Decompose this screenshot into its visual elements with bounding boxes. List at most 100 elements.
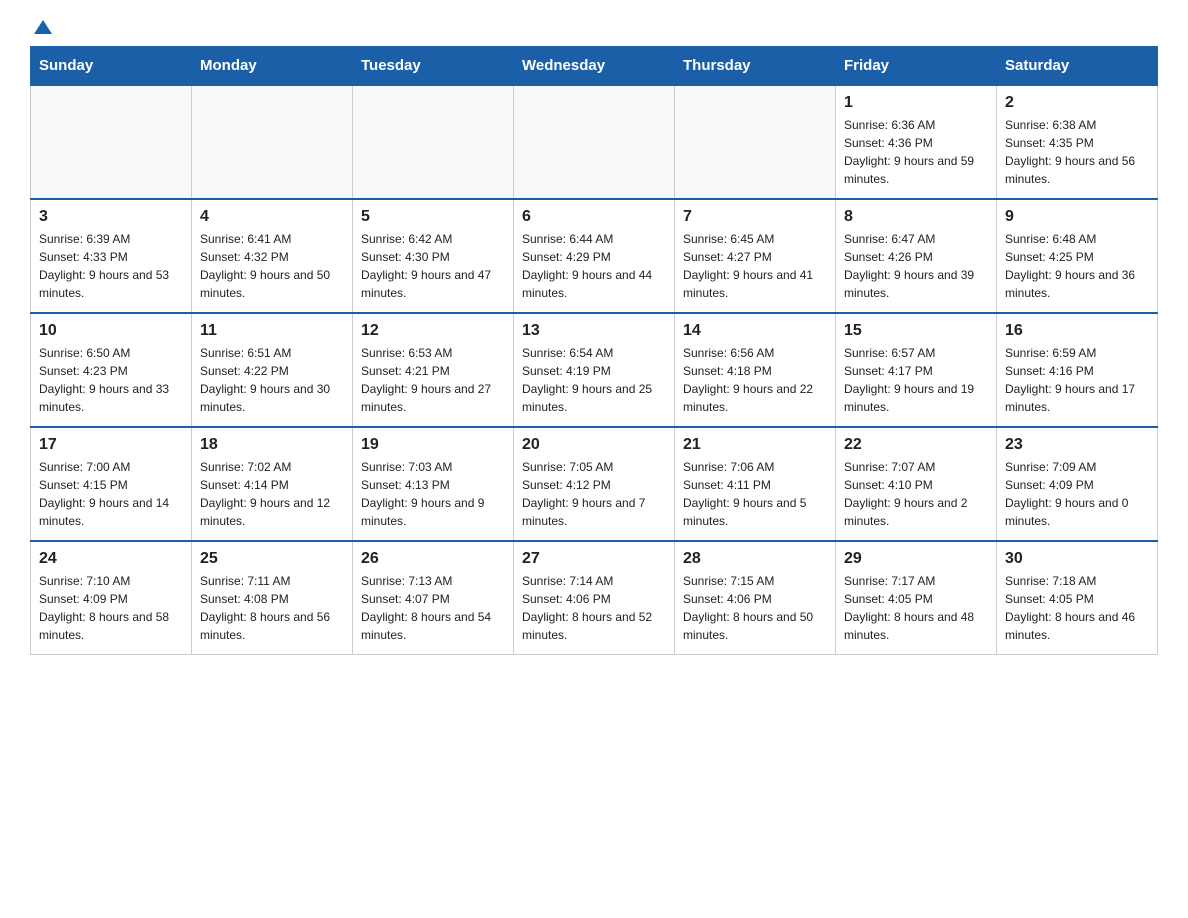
day-info: Sunrise: 7:11 AMSunset: 4:08 PMDaylight:… [200, 572, 344, 644]
calendar-table: SundayMondayTuesdayWednesdayThursdayFrid… [30, 46, 1158, 655]
day-number: 6 [522, 208, 666, 226]
calendar-cell: 4 Sunrise: 6:41 AMSunset: 4:32 PMDaylight… [192, 199, 353, 313]
logo [30, 20, 52, 36]
calendar-cell: 18 Sunrise: 7:02 AMSunset: 4:14 PMDayligh… [192, 427, 353, 541]
day-info: Sunrise: 7:06 AMSunset: 4:11 PMDaylight:… [683, 458, 827, 530]
day-info: Sunrise: 7:09 AMSunset: 4:09 PMDaylight:… [1005, 458, 1149, 530]
day-number: 21 [683, 436, 827, 454]
logo-triangle-icon [34, 20, 52, 34]
calendar-cell: 19 Sunrise: 7:03 AMSunset: 4:13 PMDayligh… [353, 427, 514, 541]
day-info: Sunrise: 6:38 AMSunset: 4:35 PMDaylight:… [1005, 116, 1149, 188]
day-number: 18 [200, 436, 344, 454]
day-info: Sunrise: 7:10 AMSunset: 4:09 PMDaylight:… [39, 572, 183, 644]
day-info: Sunrise: 6:45 AMSunset: 4:27 PMDaylight:… [683, 230, 827, 302]
calendar-cell: 23Sunrise: 7:09 AMSunset: 4:09 PMDayligh… [997, 427, 1158, 541]
calendar-week-row: 3Sunrise: 6:39 AMSunset: 4:33 PMDaylight… [31, 199, 1158, 313]
calendar-week-row: 10 Sunrise: 6:50 AMSunset: 4:23 PMDayligh… [31, 313, 1158, 427]
day-info: Sunrise: 7:00 AMSunset: 4:15 PMDaylight:… [39, 458, 183, 530]
day-info: Sunrise: 6:50 AMSunset: 4:23 PMDaylight:… [39, 344, 183, 416]
day-number: 10 [39, 322, 183, 340]
weekday-header-monday: Monday [192, 47, 353, 86]
calendar-cell: 26 Sunrise: 7:13 AMSunset: 4:07 PMDayligh… [353, 541, 514, 655]
calendar-cell [514, 85, 675, 199]
day-number: 15 [844, 322, 988, 340]
weekday-header-sunday: Sunday [31, 47, 192, 86]
day-number: 5 [361, 208, 505, 226]
calendar-cell: 7 Sunrise: 6:45 AMSunset: 4:27 PMDaylight… [675, 199, 836, 313]
day-number: 26 [361, 550, 505, 568]
calendar-cell: 5Sunrise: 6:42 AMSunset: 4:30 PMDaylight… [353, 199, 514, 313]
calendar-cell: 10 Sunrise: 6:50 AMSunset: 4:23 PMDayligh… [31, 313, 192, 427]
calendar-cell: 17Sunrise: 7:00 AMSunset: 4:15 PMDayligh… [31, 427, 192, 541]
day-number: 16 [1005, 322, 1149, 340]
calendar-cell: 3Sunrise: 6:39 AMSunset: 4:33 PMDaylight… [31, 199, 192, 313]
calendar-cell: 25Sunrise: 7:11 AMSunset: 4:08 PMDayligh… [192, 541, 353, 655]
day-number: 7 [683, 208, 827, 226]
calendar-cell: 6 Sunrise: 6:44 AMSunset: 4:29 PMDaylight… [514, 199, 675, 313]
day-info: Sunrise: 7:05 AMSunset: 4:12 PMDaylight:… [522, 458, 666, 530]
day-number: 20 [522, 436, 666, 454]
calendar-cell [31, 85, 192, 199]
calendar-cell: 12 Sunrise: 6:53 AMSunset: 4:21 PMDayligh… [353, 313, 514, 427]
weekday-header-thursday: Thursday [675, 47, 836, 86]
day-number: 1 [844, 94, 988, 112]
weekday-header-saturday: Saturday [997, 47, 1158, 86]
day-number: 3 [39, 208, 183, 226]
day-info: Sunrise: 6:47 AMSunset: 4:26 PMDaylight:… [844, 230, 988, 302]
weekday-header-wednesday: Wednesday [514, 47, 675, 86]
calendar-week-row: 17Sunrise: 7:00 AMSunset: 4:15 PMDayligh… [31, 427, 1158, 541]
day-number: 8 [844, 208, 988, 226]
day-number: 27 [522, 550, 666, 568]
day-info: Sunrise: 7:03 AMSunset: 4:13 PMDaylight:… [361, 458, 505, 530]
calendar-cell: 24 Sunrise: 7:10 AMSunset: 4:09 PMDayligh… [31, 541, 192, 655]
day-info: Sunrise: 6:36 AMSunset: 4:36 PMDaylight:… [844, 116, 988, 188]
calendar-cell: 28 Sunrise: 7:15 AMSunset: 4:06 PMDayligh… [675, 541, 836, 655]
calendar-cell [353, 85, 514, 199]
day-number: 28 [683, 550, 827, 568]
day-info: Sunrise: 6:51 AMSunset: 4:22 PMDaylight:… [200, 344, 344, 416]
day-number: 9 [1005, 208, 1149, 226]
day-number: 24 [39, 550, 183, 568]
day-info: Sunrise: 6:54 AMSunset: 4:19 PMDaylight:… [522, 344, 666, 416]
day-info: Sunrise: 6:57 AMSunset: 4:17 PMDaylight:… [844, 344, 988, 416]
calendar-cell: 2 Sunrise: 6:38 AMSunset: 4:35 PMDaylight… [997, 85, 1158, 199]
calendar-cell: 9 Sunrise: 6:48 AMSunset: 4:25 PMDaylight… [997, 199, 1158, 313]
calendar-cell: 21 Sunrise: 7:06 AMSunset: 4:11 PMDayligh… [675, 427, 836, 541]
calendar-cell: 14Sunrise: 6:56 AMSunset: 4:18 PMDayligh… [675, 313, 836, 427]
day-number: 30 [1005, 550, 1149, 568]
day-info: Sunrise: 6:59 AMSunset: 4:16 PMDaylight:… [1005, 344, 1149, 416]
day-number: 4 [200, 208, 344, 226]
day-info: Sunrise: 6:53 AMSunset: 4:21 PMDaylight:… [361, 344, 505, 416]
calendar-cell: 11 Sunrise: 6:51 AMSunset: 4:22 PMDayligh… [192, 313, 353, 427]
page-header [30, 20, 1158, 36]
day-info: Sunrise: 7:18 AMSunset: 4:05 PMDaylight:… [1005, 572, 1149, 644]
calendar-cell: 22 Sunrise: 7:07 AMSunset: 4:10 PMDayligh… [836, 427, 997, 541]
day-number: 13 [522, 322, 666, 340]
calendar-cell [192, 85, 353, 199]
calendar-cell: 30 Sunrise: 7:18 AMSunset: 4:05 PMDayligh… [997, 541, 1158, 655]
day-number: 22 [844, 436, 988, 454]
calendar-week-row: 1 Sunrise: 6:36 AMSunset: 4:36 PMDaylight… [31, 85, 1158, 199]
calendar-cell: 1 Sunrise: 6:36 AMSunset: 4:36 PMDaylight… [836, 85, 997, 199]
day-number: 19 [361, 436, 505, 454]
calendar-cell: 16 Sunrise: 6:59 AMSunset: 4:16 PMDayligh… [997, 313, 1158, 427]
day-info: Sunrise: 7:15 AMSunset: 4:06 PMDaylight:… [683, 572, 827, 644]
calendar-cell: 15 Sunrise: 6:57 AMSunset: 4:17 PMDayligh… [836, 313, 997, 427]
calendar-cell: 27Sunrise: 7:14 AMSunset: 4:06 PMDayligh… [514, 541, 675, 655]
calendar-cell: 8 Sunrise: 6:47 AMSunset: 4:26 PMDaylight… [836, 199, 997, 313]
day-info: Sunrise: 6:48 AMSunset: 4:25 PMDaylight:… [1005, 230, 1149, 302]
calendar-cell [675, 85, 836, 199]
calendar-cell: 13 Sunrise: 6:54 AMSunset: 4:19 PMDayligh… [514, 313, 675, 427]
day-info: Sunrise: 7:02 AMSunset: 4:14 PMDaylight:… [200, 458, 344, 530]
day-info: Sunrise: 7:07 AMSunset: 4:10 PMDaylight:… [844, 458, 988, 530]
day-info: Sunrise: 6:41 AMSunset: 4:32 PMDaylight:… [200, 230, 344, 302]
day-info: Sunrise: 6:44 AMSunset: 4:29 PMDaylight:… [522, 230, 666, 302]
day-info: Sunrise: 6:56 AMSunset: 4:18 PMDaylight:… [683, 344, 827, 416]
day-number: 11 [200, 322, 344, 340]
day-info: Sunrise: 7:13 AMSunset: 4:07 PMDaylight:… [361, 572, 505, 644]
day-number: 29 [844, 550, 988, 568]
weekday-header-row: SundayMondayTuesdayWednesdayThursdayFrid… [31, 47, 1158, 86]
day-number: 12 [361, 322, 505, 340]
day-number: 2 [1005, 94, 1149, 112]
calendar-cell: 20 Sunrise: 7:05 AMSunset: 4:12 PMDayligh… [514, 427, 675, 541]
